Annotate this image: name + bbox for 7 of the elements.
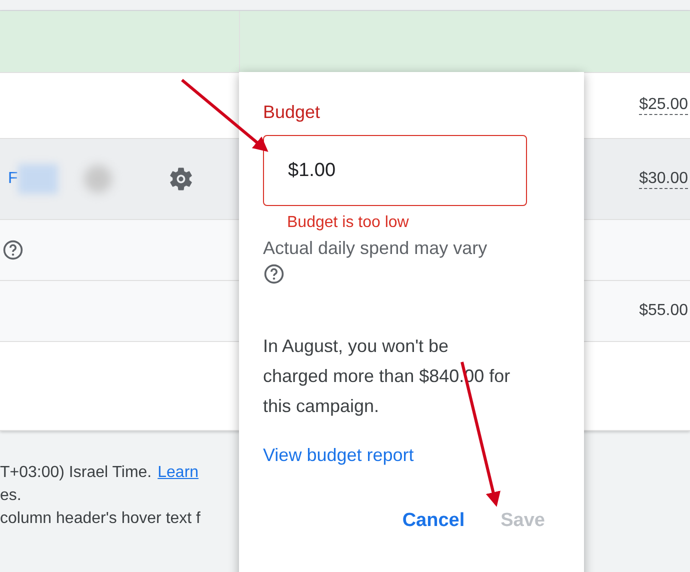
error-message: Budget is too low [287,214,410,232]
footer-text: T+03:00) Israel Time. [0,464,152,481]
budget-label: Budget [263,102,322,123]
helper-text: Actual daily spend may vary [263,238,488,259]
footer-text: column header's hover text f [0,510,200,527]
footer-text: es. [0,487,22,504]
budget-amount: $55.00 [639,302,688,320]
